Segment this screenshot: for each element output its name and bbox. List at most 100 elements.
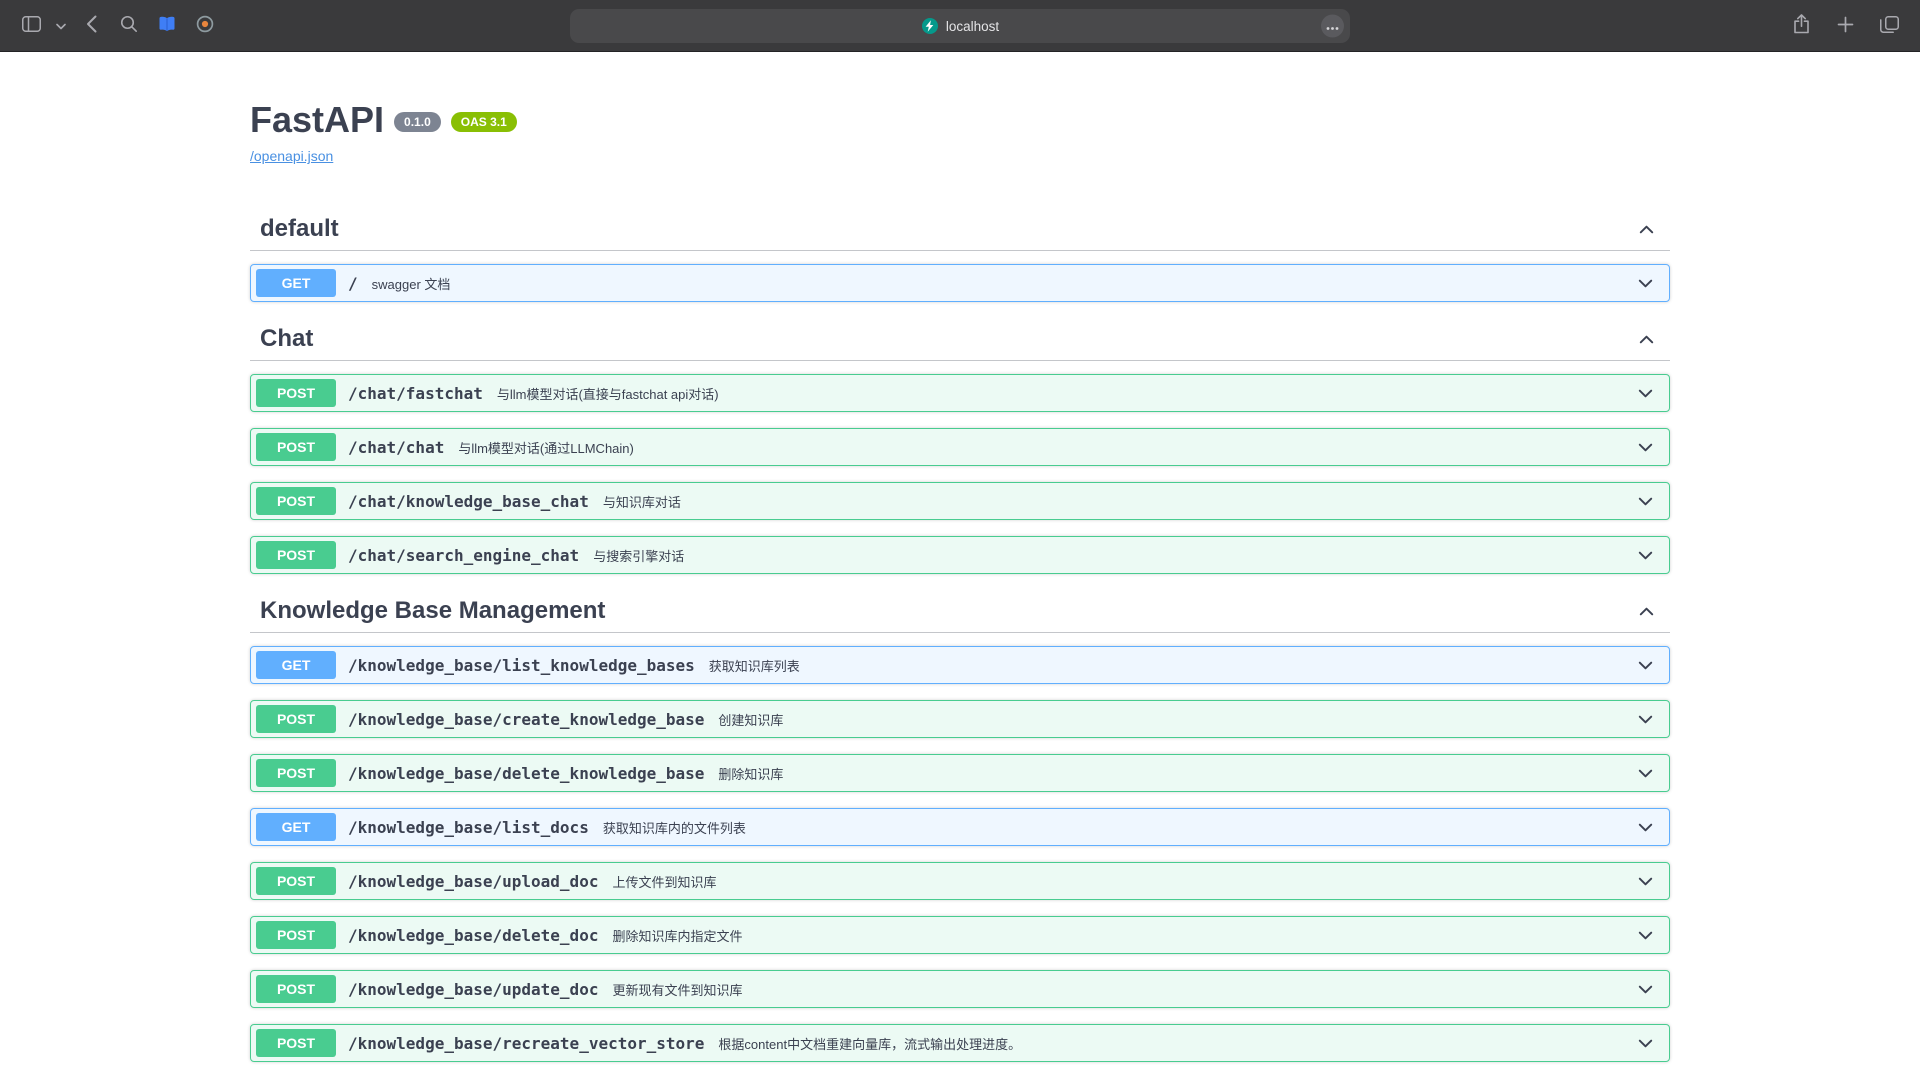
operation-get-knowledge-base-list-docs[interactable]: GET/knowledge_base/list_docs获取知识库内的文件列表	[250, 808, 1670, 846]
section-collapse-chevron-up-icon[interactable]	[1637, 220, 1656, 239]
operation-expand-chevron-down-icon[interactable]	[1636, 872, 1655, 891]
toolbar-left-group	[14, 11, 222, 41]
browser-window: localhost	[0, 0, 1920, 1080]
operation-path: /knowledge_base/delete_knowledge_base	[348, 764, 704, 783]
operation-post-knowledge-base-recreate-vector-store[interactable]: POST/knowledge_base/recreate_vector_stor…	[250, 1024, 1670, 1062]
url-text: localhost	[946, 19, 999, 34]
sidebar-toggle-icon	[22, 16, 41, 35]
operation-path: /chat/search_engine_chat	[348, 546, 579, 565]
operation-description: 获取知识库列表	[709, 656, 800, 675]
method-badge: POST	[256, 759, 336, 787]
openapi-spec-link[interactable]: /openapi.json	[250, 148, 333, 164]
book-extension-icon	[158, 16, 176, 35]
operation-path: /knowledge_base/upload_doc	[348, 872, 598, 891]
method-badge: POST	[256, 975, 336, 1003]
operation-path: /knowledge_base/list_docs	[348, 818, 589, 837]
back-button[interactable]	[74, 11, 108, 41]
operation-post-knowledge-base-update-doc[interactable]: POST/knowledge_base/update_doc 更新现有文件到知识库	[250, 970, 1670, 1008]
operation-post-chat-search-engine-chat[interactable]: POST/chat/search_engine_chat 与搜索引擎对话	[250, 536, 1670, 574]
operation-path: /chat/fastchat	[348, 384, 483, 403]
sidebar-menu-button[interactable]	[52, 11, 70, 41]
share-icon	[1793, 14, 1810, 37]
book-extension-button[interactable]	[150, 11, 184, 41]
operation-path: /knowledge_base/create_knowledge_base	[348, 710, 704, 729]
operation-description: 与llm模型对话(直接与fastchat api对话)	[497, 384, 719, 403]
new-tab-button[interactable]	[1828, 11, 1862, 41]
operation-path: /knowledge_base/recreate_vector_store	[348, 1034, 704, 1053]
operation-expand-chevron-down-icon[interactable]	[1636, 764, 1655, 783]
method-badge: POST	[256, 705, 336, 733]
operation-expand-chevron-down-icon[interactable]	[1636, 546, 1655, 565]
section-collapse-chevron-up-icon[interactable]	[1637, 602, 1656, 621]
api-section-default: default GET / swagger 文档	[250, 208, 1670, 302]
operation-expand-chevron-down-icon[interactable]	[1636, 818, 1655, 837]
api-info: FastAPI 0.1.0 OAS 3.1 /openapi.json	[250, 98, 1670, 166]
tab-overview-icon	[1880, 16, 1899, 36]
method-badge: POST	[256, 867, 336, 895]
operation-expand-chevron-down-icon[interactable]	[1636, 926, 1655, 945]
page-menu-button[interactable]	[1321, 15, 1344, 38]
operation-expand-chevron-down-icon[interactable]	[1636, 980, 1655, 999]
operation-path: /knowledge_base/delete_doc	[348, 926, 598, 945]
operation-description: 根据content中文档重建向量库，流式输出处理进度。	[718, 1034, 1021, 1053]
sidebar-toggle-button[interactable]	[14, 11, 48, 41]
operation-get-knowledge-base-list-knowledge-bases[interactable]: GET/knowledge_base/list_knowledge_bases 获…	[250, 646, 1670, 684]
operation-expand-chevron-down-icon[interactable]	[1636, 710, 1655, 729]
method-badge: POST	[256, 433, 336, 461]
operation-description: 与知识库对话	[603, 492, 681, 511]
new-tab-icon	[1837, 16, 1854, 36]
section-header-knowledge-base-management[interactable]: Knowledge Base Management	[250, 590, 1670, 633]
operation-path: /chat/knowledge_base_chat	[348, 492, 589, 511]
section-title: Knowledge Base Management	[260, 596, 605, 626]
fastapi-favicon	[921, 17, 939, 35]
search-button[interactable]	[112, 11, 146, 41]
record-extension-icon	[196, 15, 214, 36]
section-header-chat[interactable]: Chat	[250, 318, 1670, 361]
operation-post-chat-fastchat[interactable]: POST/chat/fastchat 与llm模型对话(直接与fastchat a…	[250, 374, 1670, 412]
operation-post-knowledge-base-upload-doc[interactable]: POST/knowledge_base/upload_doc 上传文件到知识库	[250, 862, 1670, 900]
operation-expand-chevron-down-icon[interactable]	[1636, 656, 1655, 675]
operation-path: /knowledge_base/list_knowledge_bases	[348, 656, 695, 675]
operation-description: 与搜索引擎对话	[593, 546, 684, 565]
operation-post-knowledge-base-delete-doc[interactable]: POST/knowledge_base/delete_doc 删除知识库内指定文件	[250, 916, 1670, 954]
method-badge: POST	[256, 541, 336, 569]
method-badge: GET	[256, 651, 336, 679]
method-badge: POST	[256, 921, 336, 949]
operation-expand-chevron-down-icon[interactable]	[1636, 384, 1655, 403]
operation-path: /knowledge_base/update_doc	[348, 980, 598, 999]
operation-post-knowledge-base-create-knowledge-base[interactable]: POST/knowledge_base/create_knowledge_bas…	[250, 700, 1670, 738]
search-icon	[120, 15, 138, 36]
api-section-chat: Chat POST/chat/fastchat 与llm模型对话(直接与fastch…	[250, 318, 1670, 574]
section-title: Chat	[260, 324, 313, 354]
operation-post-chat-knowledge-base-chat[interactable]: POST/chat/knowledge_base_chat与知识库对话	[250, 482, 1670, 520]
operations-list: default GET / swagger 文档 Chat POST/chat/fastc…	[250, 208, 1670, 1062]
section-collapse-chevron-up-icon[interactable]	[1637, 330, 1656, 349]
swagger-wrapper: FastAPI 0.1.0 OAS 3.1 /openapi.json defa…	[230, 52, 1690, 1062]
swagger-page: FastAPI 0.1.0 OAS 3.1 /openapi.json defa…	[0, 52, 1920, 1080]
operation-expand-chevron-down-icon[interactable]	[1636, 1034, 1655, 1053]
operation-expand-chevron-down-icon[interactable]	[1636, 438, 1655, 457]
address-bar[interactable]: localhost	[570, 9, 1350, 43]
tab-overview-button[interactable]	[1872, 11, 1906, 41]
operation-description: 上传文件到知识库	[612, 872, 716, 891]
record-extension-button[interactable]	[188, 11, 222, 41]
share-button[interactable]	[1784, 11, 1818, 41]
operation-get-[interactable]: GET / swagger 文档	[250, 264, 1670, 302]
method-badge: GET	[256, 269, 336, 297]
operation-post-knowledge-base-delete-knowledge-base[interactable]: POST/knowledge_base/delete_knowledge_bas…	[250, 754, 1670, 792]
operation-description: 删除知识库内指定文件	[612, 926, 742, 945]
browser-toolbar: localhost	[0, 0, 1920, 52]
method-badge: POST	[256, 379, 336, 407]
chevron-down-icon	[56, 18, 66, 33]
operation-post-chat-chat[interactable]: POST/chat/chat与llm模型对话(通过LLMChain)	[250, 428, 1670, 466]
back-icon	[86, 15, 97, 36]
operation-expand-chevron-down-icon[interactable]	[1636, 492, 1655, 511]
operation-expand-chevron-down-icon[interactable]	[1636, 274, 1655, 293]
operation-description: 更新现有文件到知识库	[612, 980, 742, 999]
api-section-knowledge-base-management: Knowledge Base Management GET/knowledge_b…	[250, 590, 1670, 1062]
section-header-default[interactable]: default	[250, 208, 1670, 251]
oas-badge: OAS 3.1	[451, 112, 517, 132]
operation-path: /chat/chat	[348, 438, 444, 457]
operation-path: /	[348, 274, 358, 293]
operation-description: swagger 文档	[372, 274, 451, 293]
